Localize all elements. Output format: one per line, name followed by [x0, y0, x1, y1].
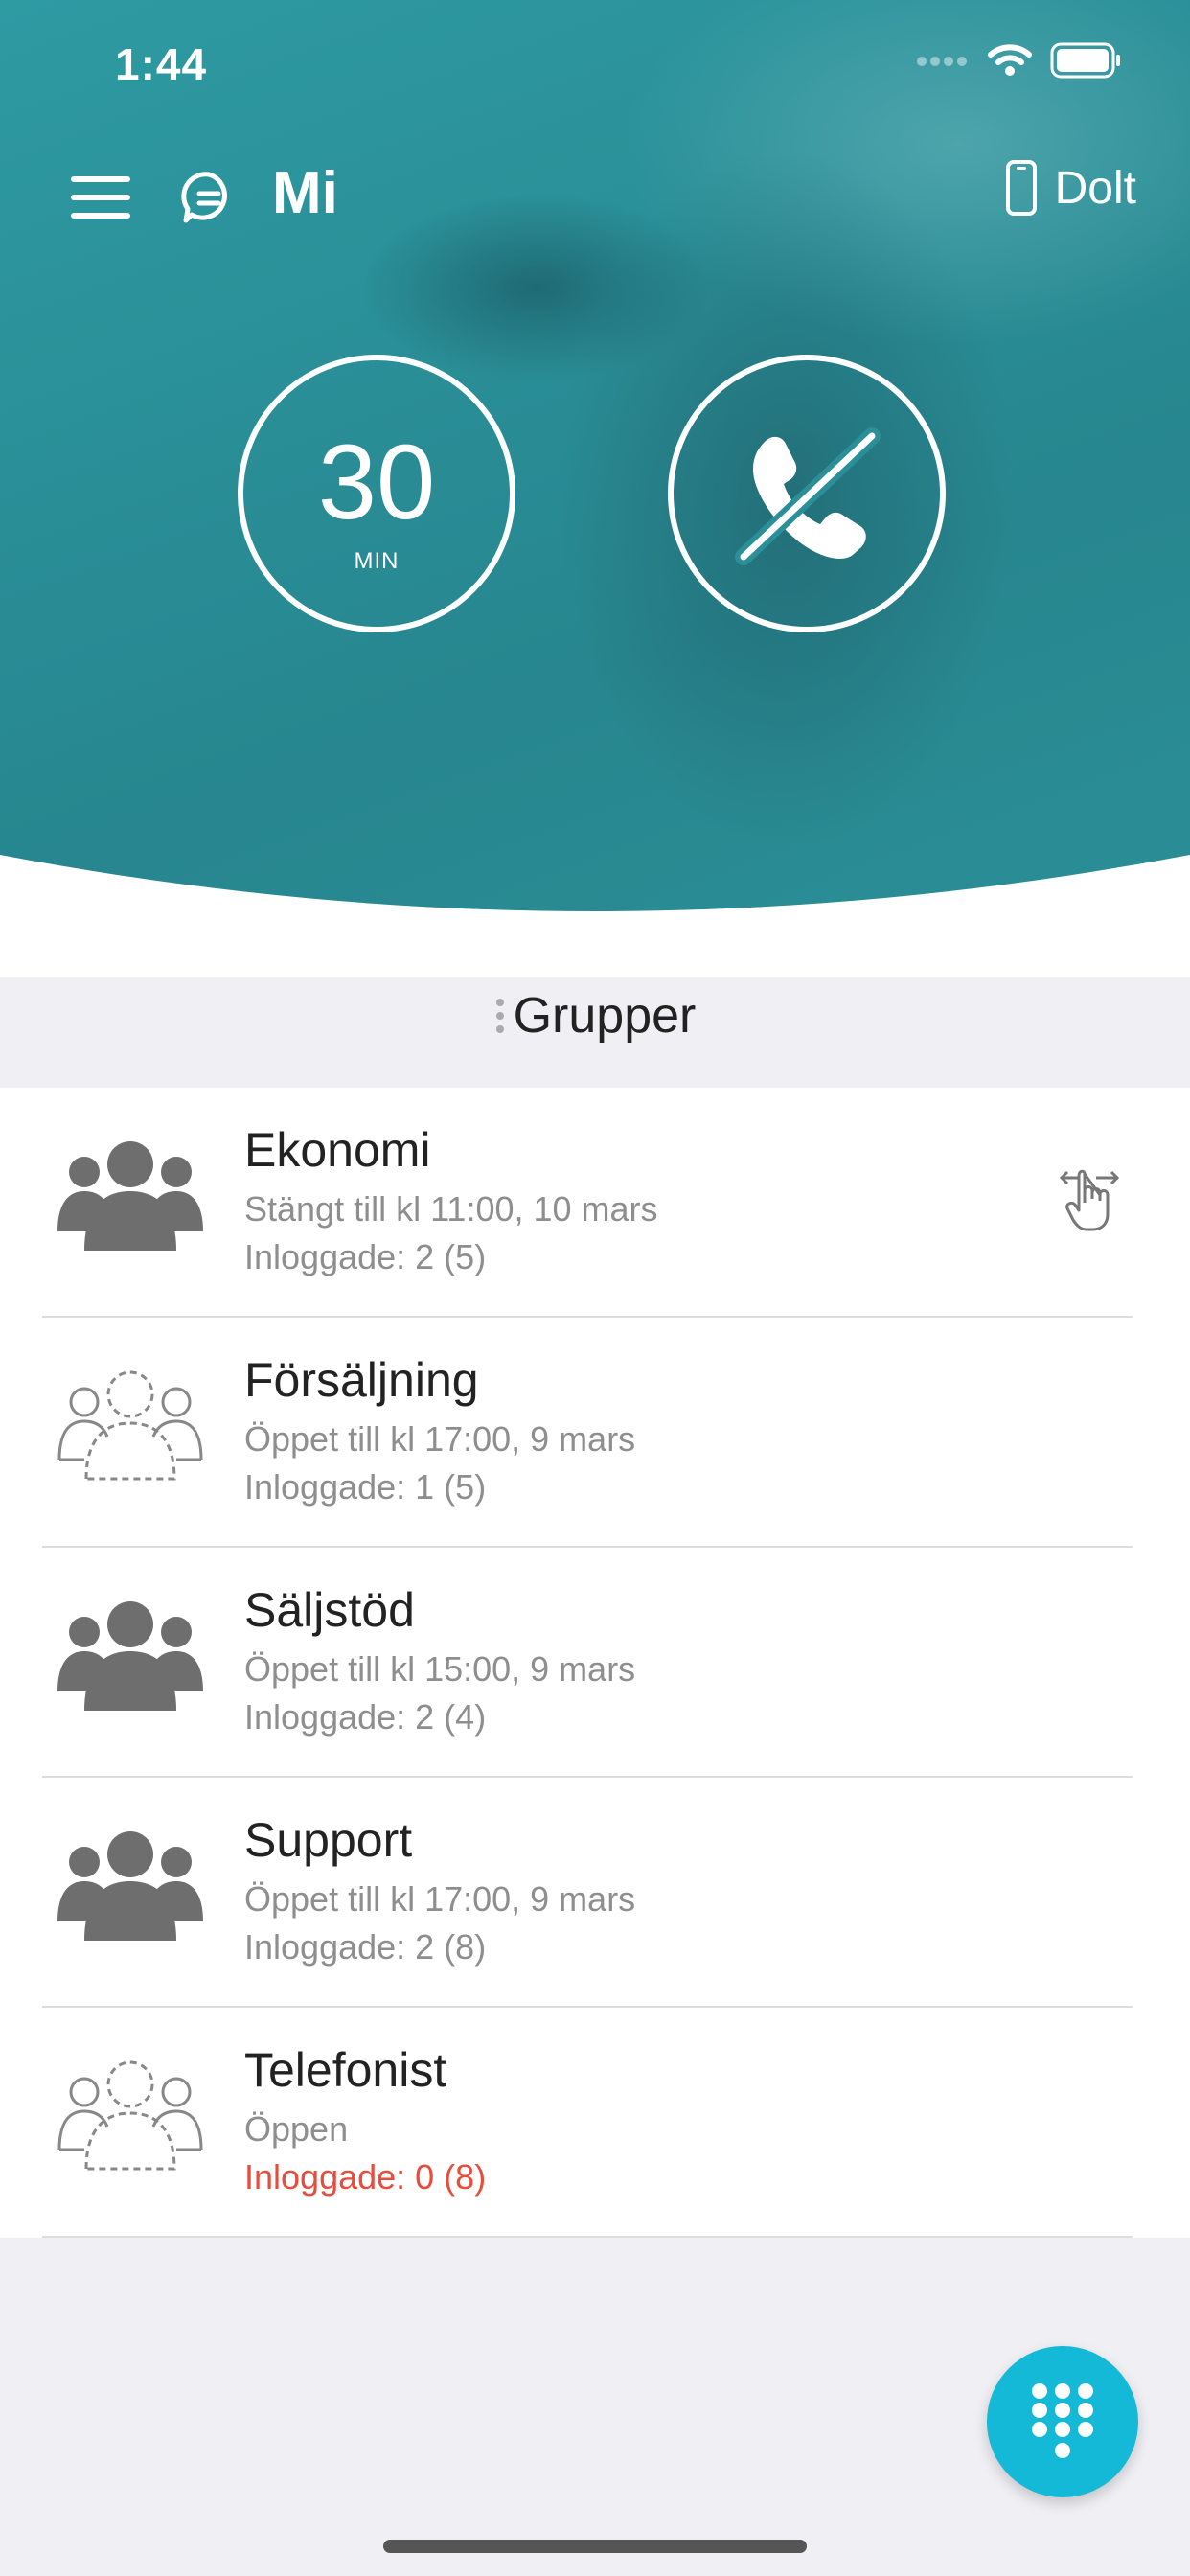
hero-curve — [0, 855, 1190, 978]
group-row-telefonist[interactable]: Telefonist Öppen Inloggade: 0 (8) — [0, 2008, 1190, 2238]
group-list: Ekonomi Stängt till kl 11:00, 10 mars In… — [0, 1088, 1190, 2238]
groups-title: Grupper — [513, 988, 697, 1044]
groups-header: Grupper — [0, 987, 1190, 1047]
hamburger-icon — [71, 176, 130, 218]
battery-icon — [1050, 42, 1123, 83]
group-name: Säljstöd — [244, 1583, 415, 1637]
wifi-icon — [987, 43, 1033, 82]
group-joined-icon — [57, 1141, 203, 1251]
group-logged-in: Inloggade: 2 (5) — [244, 1237, 487, 1276]
group-joined-icon — [57, 1601, 203, 1711]
chat-button[interactable] — [180, 169, 238, 226]
signal-icon — [916, 55, 970, 72]
group-logged-in: Inloggade: 0 (8) — [244, 2157, 487, 2196]
group-joined-icon — [57, 1831, 203, 1941]
group-row-forsaljning[interactable]: Försäljning Öppet till kl 17:00, 9 mars … — [0, 1318, 1190, 1548]
device-visibility-label: Dolt — [1054, 162, 1136, 214]
group-status: Stängt till kl 11:00, 10 mars — [244, 1189, 658, 1229]
swipe-hand-icon — [1059, 1169, 1120, 1231]
group-status: Öppet till kl 17:00, 9 mars — [244, 1419, 636, 1459]
group-logged-in: Inloggade: 2 (8) — [244, 1927, 487, 1966]
group-logged-in: Inloggade: 1 (5) — [244, 1467, 487, 1506]
group-row-support[interactable]: Support Öppet till kl 17:00, 9 mars Inlo… — [0, 1778, 1190, 2008]
group-name: Support — [244, 1813, 413, 1867]
group-logged-in: Inloggade: 2 (4) — [244, 1697, 487, 1736]
dialpad-icon — [1032, 2383, 1093, 2458]
group-row-ekonomi[interactable]: Ekonomi Stängt till kl 11:00, 10 mars In… — [0, 1088, 1190, 1318]
group-status: Öppet till kl 15:00, 9 mars — [244, 1649, 636, 1689]
row-separator — [42, 2236, 1133, 2238]
group-name: Telefonist — [244, 2043, 447, 2097]
group-name: Försäljning — [244, 1353, 479, 1407]
app-title: Mi — [272, 160, 338, 226]
timer-value: 30 — [317, 424, 436, 541]
hero-background — [0, 0, 1190, 939]
status-bar: 1:44 — [0, 0, 1190, 125]
drag-handle-icon — [494, 990, 506, 1047]
timer-button[interactable]: 30 MIN — [238, 355, 515, 632]
group-not-joined-icon — [57, 1370, 203, 1481]
group-not-joined-icon — [57, 2060, 203, 2171]
device-visibility-button[interactable]: Dolt — [1005, 159, 1136, 217]
status-time: 1:44 — [115, 39, 208, 89]
group-row-saljstod[interactable]: Säljstöd Öppet till kl 15:00, 9 mars Inl… — [0, 1548, 1190, 1778]
phone-device-icon — [1005, 160, 1037, 216]
group-status: Öppen — [244, 2109, 349, 2149]
group-name: Ekonomi — [244, 1123, 431, 1177]
call-disabled-icon — [735, 427, 881, 565]
top-bar: Mi Dolt — [0, 153, 1190, 249]
timer-unit: MIN — [354, 548, 400, 574]
call-toggle-button[interactable] — [668, 355, 946, 632]
chat-bubble-icon — [181, 172, 227, 223]
group-status: Öppet till kl 17:00, 9 mars — [244, 1879, 636, 1919]
dialpad-button[interactable] — [987, 2346, 1138, 2497]
home-indicator[interactable] — [383, 2540, 807, 2553]
menu-button[interactable] — [69, 171, 134, 224]
